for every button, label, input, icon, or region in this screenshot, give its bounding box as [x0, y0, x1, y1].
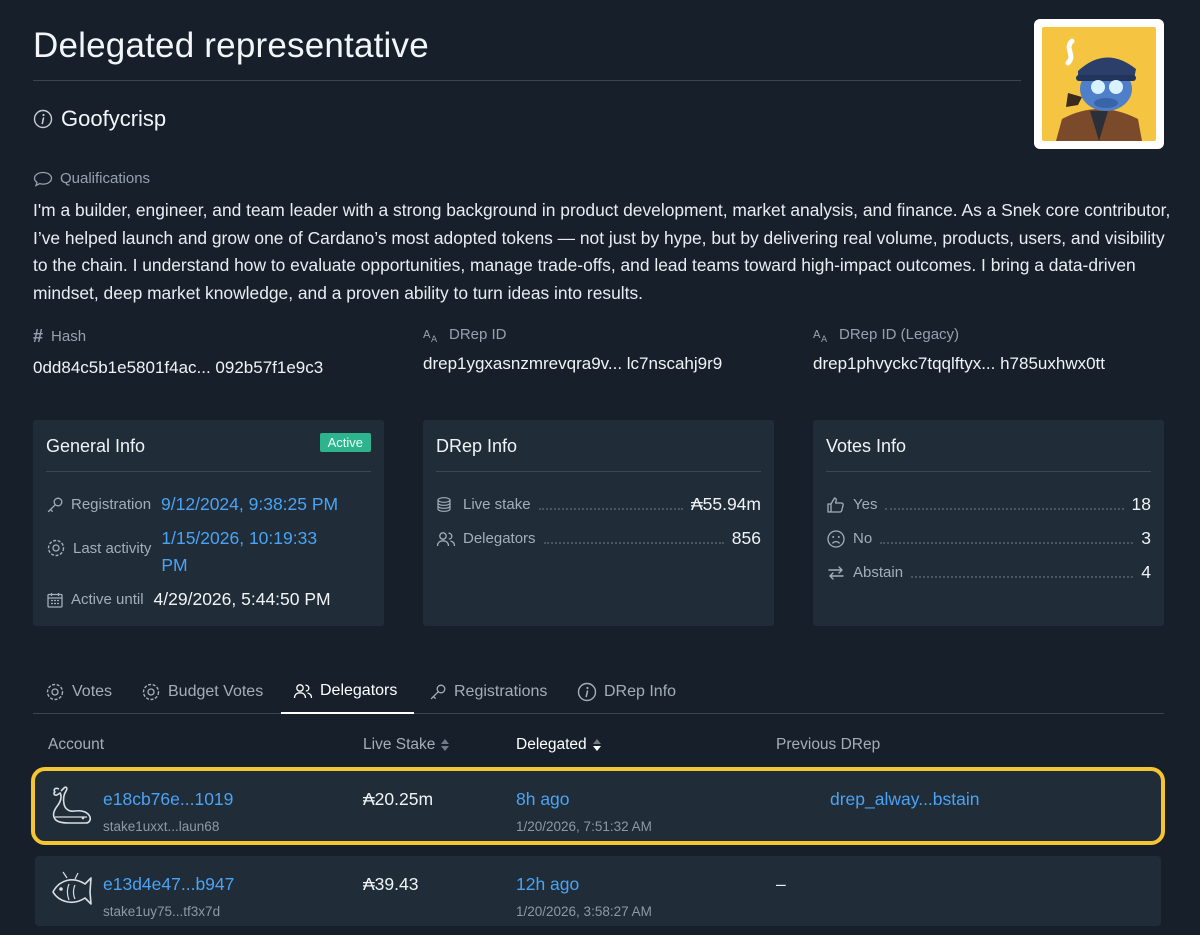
abstain-votes-value: 4 [1141, 562, 1151, 582]
svg-text:A: A [431, 335, 438, 343]
card-title: Votes Info [826, 436, 907, 456]
swap-arrows-icon [826, 564, 846, 582]
live-stake: ₳20.25m [363, 789, 434, 809]
last-activity-row: Last activity 1/15/2026, 10:19:33 PM [46, 525, 371, 579]
drep-id-label: DRep ID [449, 326, 507, 343]
column-header-previous-drep[interactable]: Previous DRep [776, 736, 880, 754]
table-row[interactable]: e18cb76e...1019 stake1uxxt...laun68 ₳20.… [35, 771, 1161, 841]
yes-votes-value: 18 [1131, 494, 1151, 514]
drep-id-legacy-value[interactable]: drep1phvyckc7tqqlftyx... h785uxhwx0tt [813, 354, 1105, 374]
tab-drep-info[interactable]: DRep Info [565, 669, 688, 714]
votes-info-card: Votes Info Yes 18 No 3 Abstain 4 [813, 420, 1164, 626]
live-stake-row: Live stake ₳55.94m [436, 494, 761, 515]
abstain-votes-row: Abstain 4 [826, 562, 1151, 583]
comment-icon [33, 171, 53, 187]
column-header-live-stake[interactable]: Live Stake [363, 736, 450, 754]
users-icon [436, 530, 456, 548]
card-divider [436, 471, 761, 472]
drep-id-field: AA DRep ID drep1ygxasnzmrevqra9v... lc7n… [423, 326, 722, 374]
account-link[interactable]: e13d4e47...b947 [103, 874, 234, 895]
tab-delegators[interactable]: Delegators [281, 669, 414, 714]
title-divider [33, 80, 1021, 81]
tab-budget-votes[interactable]: Budget Votes [129, 669, 275, 714]
calendar-icon [46, 591, 64, 609]
status-badge: Active [319, 433, 371, 452]
svg-text:A: A [423, 328, 431, 341]
key-icon [46, 496, 64, 514]
yes-votes-row: Yes 18 [826, 494, 1151, 515]
qualifications-label: Qualifications [33, 170, 150, 187]
key-icon [429, 683, 447, 701]
column-header-delegated[interactable]: Delegated [516, 736, 602, 754]
registration-value[interactable]: 9/12/2024, 9:38:25 PM [161, 494, 338, 515]
svg-text:A: A [821, 335, 828, 343]
delegators-row: Delegators 856 [436, 528, 761, 549]
table-row[interactable]: e13d4e47...b947 stake1uy75...tf3x7d ₳39.… [35, 856, 1161, 926]
sort-icon [440, 738, 450, 752]
drep-id-legacy-label: DRep ID (Legacy) [839, 326, 960, 343]
drep-id-value[interactable]: drep1ygxasnzmrevqra9v... lc7nscahj9r9 [423, 354, 722, 374]
registration-row: Registration 9/12/2024, 9:38:25 PM [46, 494, 371, 515]
gear-icon [45, 682, 65, 702]
hash-field: # Hash 0dd84c5b1e5801f4ac... 092b57f1e9c… [33, 326, 323, 378]
delegated-ago[interactable]: 12h ago [516, 874, 579, 895]
delegated-date: 1/20/2026, 7:51:32 AM [516, 819, 652, 834]
card-title: DRep Info [436, 436, 518, 456]
hash-label: Hash [51, 328, 87, 345]
general-info-card: General Info Active Registration 9/12/20… [33, 420, 384, 626]
drep-name-row: Goofycrisp [33, 106, 166, 132]
previous-drep-link[interactable]: drep_alway...bstain [830, 789, 980, 810]
delegators-value: 856 [731, 528, 761, 548]
drep-name: Goofycrisp [61, 106, 167, 131]
page-title: Delegated representative [33, 26, 429, 65]
info-icon[interactable] [33, 109, 53, 129]
previous-drep: – [776, 874, 786, 894]
drep-avatar [1034, 19, 1164, 149]
delegated-date: 1/20/2026, 3:58:27 AM [516, 904, 652, 919]
tab-bar: Votes Budget Votes Delegators Registrati… [33, 669, 1164, 714]
hash-value[interactable]: 0dd84c5b1e5801f4ac... 092b57f1e9c3 [33, 358, 323, 378]
thumbs-up-icon [826, 496, 846, 514]
gear-icon [141, 682, 161, 702]
active-until-row: Active until 4/29/2026, 5:44:50 PM [46, 589, 371, 610]
delegated-ago[interactable]: 8h ago [516, 789, 570, 810]
info-icon [577, 682, 597, 702]
translate-icon: AA [813, 327, 831, 343]
fish-icon [45, 866, 95, 916]
active-until-value: 4/29/2026, 5:44:50 PM [153, 589, 331, 609]
live-stake: ₳39.43 [363, 874, 419, 894]
stake-address: stake1uy75...tf3x7d [103, 904, 221, 919]
tab-registrations[interactable]: Registrations [417, 669, 559, 714]
svg-text:A: A [813, 328, 821, 341]
drep-info-card: DRep Info Live stake ₳55.94m Delegators … [423, 420, 774, 626]
card-title: General Info [46, 436, 146, 456]
qualifications-text: I'm a builder, engineer, and team leader… [33, 200, 1171, 303]
sad-face-icon [826, 529, 846, 549]
no-votes-value: 3 [1141, 528, 1151, 548]
stake-address: stake1uxxt...laun68 [103, 819, 220, 834]
drep-id-legacy-field: AA DRep ID (Legacy) drep1phvyckc7tqqlfty… [813, 326, 1105, 374]
sort-desc-icon [592, 738, 602, 752]
no-votes-row: No 3 [826, 528, 1151, 549]
column-header-account[interactable]: Account [48, 736, 104, 754]
live-stake-value: ₳55.94m [690, 494, 761, 514]
coins-icon [436, 496, 456, 514]
account-link[interactable]: e18cb76e...1019 [103, 789, 233, 810]
translate-icon: AA [423, 327, 441, 343]
card-divider [46, 471, 371, 472]
hash-icon: # [33, 326, 44, 346]
tab-votes[interactable]: Votes [33, 669, 124, 714]
users-icon [293, 682, 313, 700]
card-divider [826, 471, 1151, 472]
whale-icon [45, 781, 95, 831]
last-activity-value[interactable]: 1/15/2026, 10:19:33 PM [161, 525, 317, 579]
gear-icon [46, 538, 66, 558]
